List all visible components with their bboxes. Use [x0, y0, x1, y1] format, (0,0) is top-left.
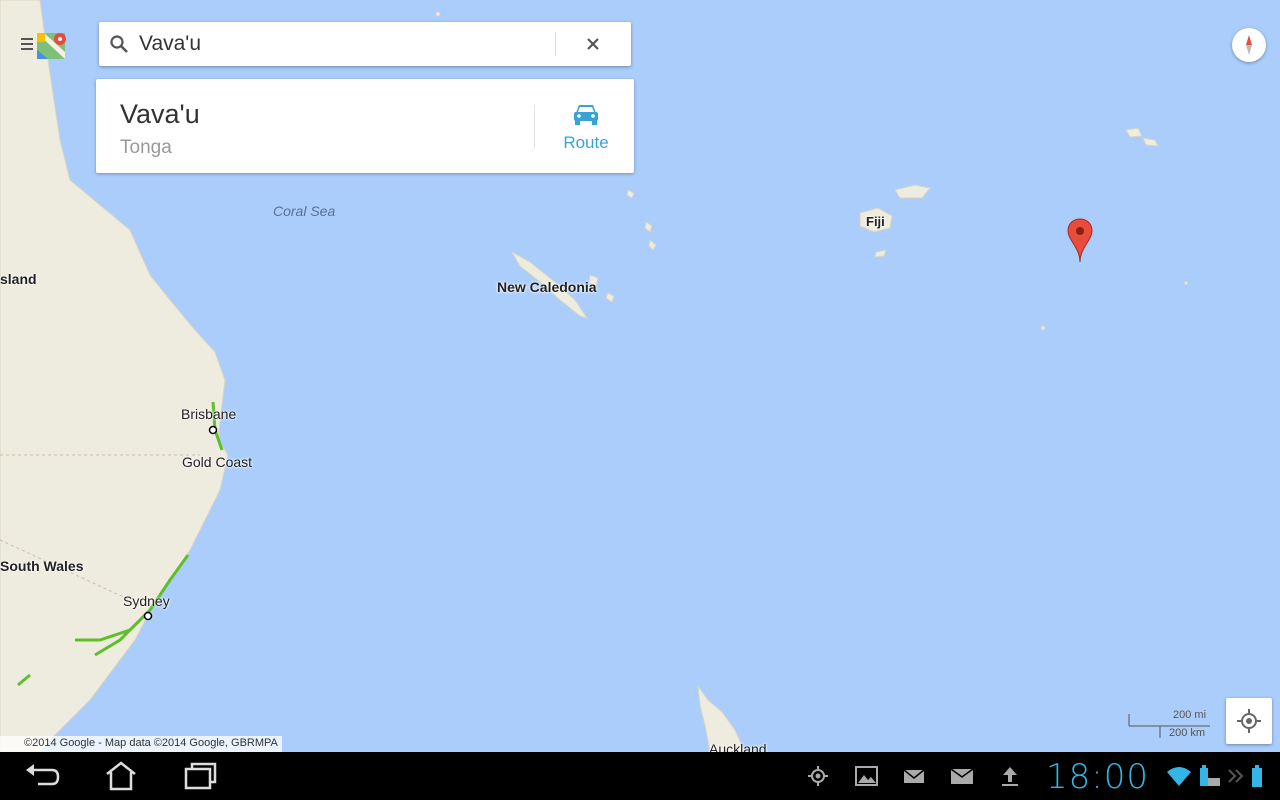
- map-copyright: ©2014 Google - Map data ©2014 Google, GB…: [0, 736, 282, 752]
- back-icon[interactable]: [22, 760, 62, 792]
- upload-icon: [998, 764, 1024, 788]
- wifi-icon: [1166, 764, 1192, 788]
- status-clock: 18:00: [1046, 757, 1149, 797]
- gps-icon: [806, 764, 832, 788]
- coral-sea-label: Coral Sea: [273, 203, 336, 219]
- scale-km: 200 km: [1169, 727, 1206, 739]
- place-name: Vava'u: [120, 99, 200, 129]
- gold-coast-label: Gold Coast: [182, 454, 253, 470]
- route-button[interactable]: Route: [546, 97, 626, 157]
- auckland-label: Auckland: [709, 741, 767, 752]
- fiji-label: Fiji: [866, 214, 885, 229]
- place-country: Tonga: [120, 137, 172, 158]
- search-icon: [109, 34, 129, 54]
- scale-miles: 200 mi: [1173, 709, 1207, 721]
- keyboard-battery-icon: [1196, 764, 1222, 788]
- new-caledonia-label: New Caledonia: [497, 279, 597, 295]
- card-divider: [534, 105, 535, 149]
- compass-icon[interactable]: [1232, 28, 1266, 62]
- car-icon: [574, 105, 598, 125]
- home-icon[interactable]: [101, 760, 141, 792]
- gallery-icon: [854, 764, 880, 788]
- recent-apps-icon[interactable]: [181, 760, 221, 792]
- queensland-label: sland: [0, 271, 37, 287]
- menu-icon[interactable]: [21, 38, 33, 52]
- my-location-icon[interactable]: [1226, 698, 1272, 744]
- brisbane-label: Brisbane: [181, 406, 237, 422]
- sydney-label: Sydney: [123, 593, 170, 609]
- search-divider: [555, 32, 556, 56]
- search-input[interactable]: [139, 22, 549, 66]
- system-navigation-bar: 18:00: [0, 752, 1280, 800]
- maps-logo-icon[interactable]: [36, 30, 68, 62]
- search-box: [99, 22, 631, 66]
- route-label: Route: [563, 133, 609, 152]
- battery-icon: [1248, 764, 1274, 788]
- email-icon: [902, 764, 928, 788]
- map-marker-icon[interactable]: [1067, 218, 1093, 264]
- close-icon[interactable]: [579, 30, 607, 58]
- place-result-card[interactable]: Vava'u Tonga Route: [96, 79, 634, 173]
- mail-icon: [950, 764, 976, 788]
- new-south-wales-label: South Wales: [0, 558, 84, 574]
